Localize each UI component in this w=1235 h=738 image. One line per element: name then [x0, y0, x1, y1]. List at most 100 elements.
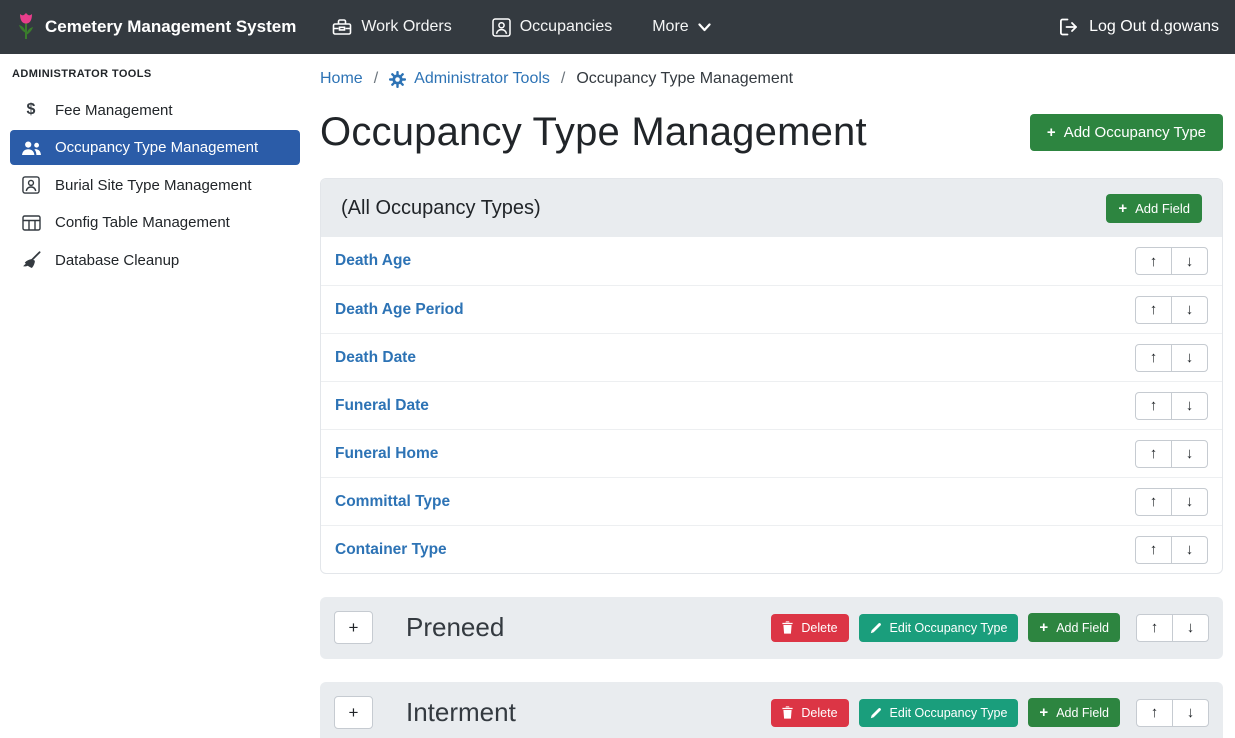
- field-link[interactable]: Funeral Home: [335, 445, 438, 463]
- field-link[interactable]: Death Date: [335, 349, 416, 367]
- move-down-button[interactable]: ↓: [1171, 536, 1208, 564]
- move-up-button[interactable]: ↑: [1136, 614, 1173, 642]
- field-link[interactable]: Funeral Date: [335, 397, 429, 415]
- move-up-button[interactable]: ↑: [1136, 699, 1173, 727]
- sidebar-item-fee-management[interactable]: $ Fee Management: [10, 92, 300, 128]
- move-down-button[interactable]: ↓: [1171, 247, 1208, 275]
- pencil-icon: [870, 707, 882, 719]
- section-actions: Delete Edit Occupancy Type + Add Field ↑: [771, 613, 1209, 642]
- expand-section-button[interactable]: +: [334, 611, 373, 644]
- nav-work-orders[interactable]: Work Orders: [332, 18, 451, 36]
- reorder-buttons: ↑ ↓: [1135, 488, 1208, 516]
- move-up-button[interactable]: ↑: [1135, 296, 1172, 324]
- move-down-button[interactable]: ↓: [1171, 488, 1208, 516]
- move-down-button[interactable]: ↓: [1171, 296, 1208, 324]
- top-navbar: Cemetery Management System Work Orders: [0, 0, 1235, 54]
- arrow-down-icon: ↓: [1187, 704, 1195, 721]
- edit-occupancy-type-label: Edit Occupancy Type: [890, 706, 1008, 720]
- occupancy-type-section-preneed: + Preneed Delete: [320, 597, 1223, 659]
- nav-occupancies[interactable]: Occupancies: [492, 18, 613, 37]
- arrow-down-icon: ↓: [1186, 397, 1194, 414]
- all-occupancy-types-title: (All Occupancy Types): [341, 197, 541, 220]
- tulip-logo-icon: [16, 12, 36, 42]
- edit-occupancy-type-button[interactable]: Edit Occupancy Type: [859, 614, 1019, 642]
- add-occupancy-type-button[interactable]: + Add Occupancy Type: [1030, 114, 1223, 151]
- nav-work-orders-label: Work Orders: [361, 18, 451, 36]
- arrow-up-icon: ↑: [1150, 541, 1158, 558]
- plus-icon: +: [349, 703, 359, 722]
- move-up-button[interactable]: ↑: [1135, 536, 1172, 564]
- breadcrumb-admin-tools-link[interactable]: Administrator Tools: [389, 68, 550, 90]
- sidebar-item-occupancy-type-management[interactable]: Occupancy Type Management: [10, 130, 300, 165]
- breadcrumb-current: Occupancy Type Management: [576, 68, 793, 90]
- sidebar-item-label: Burial Site Type Management: [55, 177, 252, 194]
- nav-more[interactable]: More: [652, 18, 710, 36]
- chevron-down-icon: [698, 23, 711, 32]
- field-row: Funeral Home ↑ ↓: [321, 429, 1222, 477]
- field-link[interactable]: Committal Type: [335, 493, 450, 511]
- plus-icon: +: [1118, 201, 1127, 216]
- plus-icon: +: [349, 618, 359, 637]
- add-field-button[interactable]: + Add Field: [1028, 613, 1120, 642]
- sidebar-item-config-table-management[interactable]: Config Table Management: [10, 205, 300, 240]
- move-down-button[interactable]: ↓: [1171, 440, 1208, 468]
- sidebar-item-database-cleanup[interactable]: Database Cleanup: [10, 242, 300, 278]
- add-field-button[interactable]: + Add Field: [1028, 698, 1120, 727]
- pencil-icon: [870, 622, 882, 634]
- gear-icon: [389, 71, 406, 88]
- admin-tools-sidebar: ADMINISTRATOR TOOLS $ Fee Management Occ…: [0, 54, 310, 738]
- expand-section-button[interactable]: +: [334, 696, 373, 729]
- breadcrumb: Home / Administrator Tool: [320, 68, 1223, 90]
- add-field-label: Add Field: [1056, 706, 1109, 720]
- move-up-button[interactable]: ↑: [1135, 488, 1172, 516]
- reorder-buttons: ↑ ↓: [1135, 296, 1208, 324]
- breadcrumb-home-link[interactable]: Home: [320, 68, 363, 90]
- arrow-down-icon: ↓: [1186, 445, 1194, 462]
- table-icon: [20, 215, 42, 231]
- reorder-buttons: ↑ ↓: [1135, 536, 1208, 564]
- page-header: Occupancy Type Management + Add Occupanc…: [320, 106, 1223, 158]
- main-content: Home / Administrator Tool: [310, 54, 1235, 738]
- move-down-button[interactable]: ↓: [1172, 614, 1209, 642]
- move-down-button[interactable]: ↓: [1171, 344, 1208, 372]
- section-title: Preneed: [406, 612, 504, 643]
- brand-home-link[interactable]: Cemetery Management System: [16, 12, 296, 42]
- logout-icon: [1059, 18, 1080, 36]
- nav-more-label: More: [652, 18, 688, 36]
- move-up-button[interactable]: ↑: [1135, 344, 1172, 372]
- move-up-button[interactable]: ↑: [1135, 247, 1172, 275]
- add-field-button[interactable]: + Add Field: [1106, 194, 1202, 223]
- broom-icon: [20, 251, 42, 269]
- field-row: Container Type ↑ ↓: [321, 525, 1222, 573]
- reorder-buttons: ↑ ↓: [1136, 699, 1209, 727]
- sidebar-item-burial-site-type-management[interactable]: Burial Site Type Management: [10, 167, 300, 203]
- move-up-button[interactable]: ↑: [1135, 440, 1172, 468]
- delete-button[interactable]: Delete: [771, 699, 848, 727]
- section-actions: Delete Edit Occupancy Type + Add Field ↑: [771, 698, 1209, 727]
- field-link[interactable]: Container Type: [335, 541, 447, 559]
- arrow-up-icon: ↑: [1150, 349, 1158, 366]
- reorder-buttons: ↑ ↓: [1135, 344, 1208, 372]
- plus-icon: +: [1047, 125, 1056, 140]
- section-title: Interment: [406, 697, 516, 728]
- field-link[interactable]: Death Age Period: [335, 301, 464, 319]
- arrow-down-icon: ↓: [1186, 349, 1194, 366]
- logout-link[interactable]: Log Out d.gowans: [1059, 18, 1219, 36]
- arrow-up-icon: ↑: [1151, 619, 1159, 636]
- reorder-buttons: ↑ ↓: [1135, 440, 1208, 468]
- move-up-button[interactable]: ↑: [1135, 392, 1172, 420]
- arrow-up-icon: ↑: [1150, 301, 1158, 318]
- sidebar-item-label: Database Cleanup: [55, 252, 179, 269]
- people-icon: [20, 140, 42, 156]
- sidebar-item-label: Occupancy Type Management: [55, 139, 258, 156]
- delete-button[interactable]: Delete: [771, 614, 848, 642]
- edit-occupancy-type-button[interactable]: Edit Occupancy Type: [859, 699, 1019, 727]
- field-link[interactable]: Death Age: [335, 252, 411, 270]
- move-down-button[interactable]: ↓: [1171, 392, 1208, 420]
- field-row: Funeral Date ↑ ↓: [321, 381, 1222, 429]
- sidebar-item-label: Fee Management: [55, 102, 173, 119]
- breadcrumb-admin-tools-label: Administrator Tools: [414, 68, 550, 90]
- move-down-button[interactable]: ↓: [1172, 699, 1209, 727]
- navbar-menu: Work Orders Occupancies More: [332, 18, 710, 37]
- arrow-down-icon: ↓: [1187, 619, 1195, 636]
